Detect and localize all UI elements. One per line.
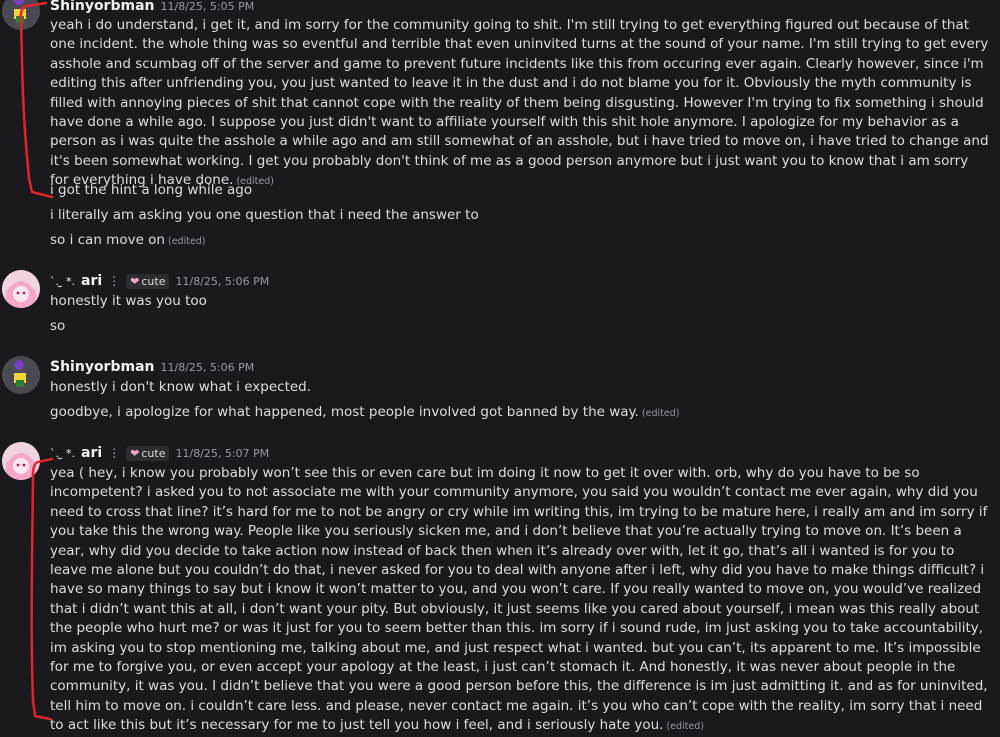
more-icon[interactable]: ⋮	[108, 446, 120, 460]
username-decoration: `. ̫ *.	[50, 275, 75, 288]
edited-label: (edited)	[167, 236, 206, 247]
role-tag[interactable]: ❤ cute	[126, 446, 170, 461]
heart-icon: ❤	[130, 275, 140, 288]
edited-label: (edited)	[641, 408, 680, 419]
username[interactable]: Shinyorbman	[50, 0, 155, 14]
username-decoration: `. ̫ *.	[50, 447, 75, 460]
heart-icon: ❤	[130, 447, 140, 460]
role-tag[interactable]: ❤ cute	[126, 274, 170, 289]
timestamp[interactable]: 11/8/25, 5:06 PM	[161, 361, 255, 374]
avatar[interactable]	[2, 0, 40, 30]
username[interactable]: ari	[81, 445, 102, 461]
avatar[interactable]	[2, 270, 40, 308]
message-text: honestly i don't know what i expected.	[50, 379, 312, 395]
message-text: i got the hint a long while ago	[50, 182, 253, 198]
message-text: yea ( hey, i know you probably won’t see…	[50, 465, 988, 734]
edited-label: (edited)	[666, 721, 704, 733]
username[interactable]: ari	[81, 273, 102, 289]
avatar[interactable]	[2, 356, 40, 394]
message-text: so i can move on (edited)	[50, 232, 206, 248]
message-text: goodbye, i apologize for what happened, …	[50, 404, 680, 420]
timestamp[interactable]: 11/8/25, 5:06 PM	[175, 275, 269, 288]
timestamp[interactable]: 11/8/25, 5:05 PM	[161, 0, 255, 13]
timestamp[interactable]: 11/8/25, 5:07 PM	[175, 447, 269, 460]
message-text: honestly it was you too	[50, 293, 207, 309]
username[interactable]: Shinyorbman	[50, 359, 155, 375]
avatar[interactable]	[2, 442, 40, 480]
more-icon[interactable]: ⋮	[108, 274, 120, 288]
message-text: yeah i do understand, i get it, and im s…	[50, 17, 989, 189]
message-text: i literally am asking you one question t…	[50, 207, 479, 223]
message-text: so	[50, 318, 66, 334]
